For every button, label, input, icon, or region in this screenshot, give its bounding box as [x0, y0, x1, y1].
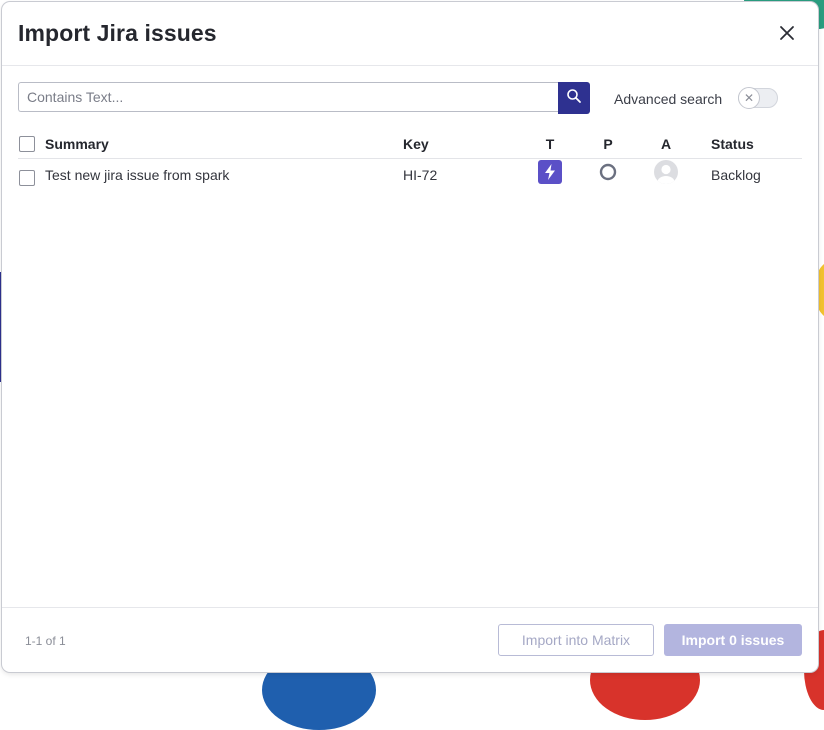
search-input[interactable]	[18, 82, 558, 112]
import-issues-button[interactable]: Import 0 issues	[664, 624, 802, 656]
search-icon	[566, 88, 582, 109]
avatar-icon	[654, 160, 678, 184]
advanced-search-label: Advanced search	[614, 91, 723, 107]
column-header-priority[interactable]: P	[600, 130, 616, 158]
dialog-footer: 1-1 of 1 Import into Matrix Import 0 iss…	[2, 607, 818, 672]
column-header-assignee[interactable]: A	[658, 130, 674, 158]
row-checkbox[interactable]	[19, 170, 35, 186]
import-into-matrix-button[interactable]: Import into Matrix	[498, 624, 654, 656]
dialog-header: Import Jira issues	[2, 2, 818, 66]
search-button[interactable]	[558, 82, 590, 114]
toggle-off-icon: ✕	[738, 87, 760, 109]
column-header-type[interactable]: T	[542, 130, 558, 158]
table-row[interactable]: Test new jira issue from spark HI-72 Bac…	[18, 159, 802, 191]
priority-circle-icon	[599, 163, 617, 181]
issue-status: Backlog	[711, 167, 761, 183]
column-header-key[interactable]: Key	[403, 130, 429, 158]
table-header: Summary Key T P A Status	[18, 130, 802, 159]
select-all-checkbox[interactable]	[19, 136, 35, 152]
issues-table: Summary Key T P A Status Test new jira i…	[18, 130, 802, 191]
column-header-status[interactable]: Status	[711, 130, 754, 158]
lightning-icon	[538, 160, 562, 184]
dialog-title: Import Jira issues	[18, 20, 217, 46]
advanced-search-toggle[interactable]: ✕	[738, 87, 778, 109]
column-header-summary[interactable]: Summary	[45, 130, 109, 158]
issue-summary: Test new jira issue from spark	[45, 167, 230, 183]
import-jira-dialog: Import Jira issues Advanced search ✕ Sum…	[2, 2, 818, 672]
search-row: Advanced search ✕	[18, 82, 802, 114]
close-icon[interactable]	[778, 24, 796, 42]
pagination-info: 1-1 of 1	[25, 634, 66, 648]
issue-key: HI-72	[403, 167, 438, 183]
